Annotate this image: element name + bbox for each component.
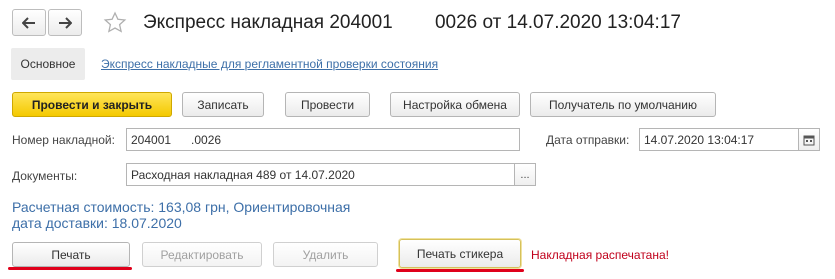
send-date-field[interactable]: 14.07.2020 13:04:17 — [639, 128, 799, 151]
post-button[interactable]: Провести — [285, 92, 370, 117]
print-sticker-underline-mark — [396, 269, 524, 272]
invoice-number-label: Номер накладной: — [12, 133, 115, 147]
edit-button[interactable]: Редактировать — [142, 242, 262, 267]
calendar-icon — [803, 135, 815, 145]
post-and-close-button[interactable]: Провести и закрыть — [12, 92, 172, 117]
print-button[interactable]: Печать — [12, 242, 130, 267]
documents-field[interactable]: Расходная накладная 489 от 14.07.2020 — [126, 163, 515, 186]
print-sticker-button[interactable]: Печать стикера — [399, 239, 521, 268]
express-invoices-link[interactable]: Экспресс накладные для регламентной пров… — [101, 57, 438, 71]
save-button[interactable]: Записать — [182, 92, 264, 117]
send-date-label: Дата отправки: — [546, 133, 630, 147]
tab-main[interactable]: Основное — [11, 48, 85, 80]
invoice-number-field[interactable]: 204001 .0026 — [126, 128, 520, 151]
delete-button[interactable]: Удалить — [273, 242, 378, 267]
default-recipient-button[interactable]: Получатель по умолчанию — [530, 92, 716, 117]
calendar-button[interactable] — [798, 128, 820, 151]
status-message: Накладная распечатана! — [531, 248, 669, 262]
forward-button[interactable] — [48, 9, 82, 36]
documents-select-button[interactable]: ... — [514, 163, 536, 186]
delivery-date-text: дата доставки: 18.07.2020 — [12, 215, 182, 231]
favorite-star-icon[interactable] — [103, 11, 127, 35]
documents-label: Документы: — [12, 169, 78, 183]
arrow-right-icon — [59, 16, 72, 29]
page-title: Экспресс накладная 204001 0026 от 14.07.… — [143, 12, 681, 33]
arrow-left-icon — [22, 16, 35, 29]
back-button[interactable] — [12, 9, 46, 36]
print-underline-mark — [8, 267, 132, 270]
estimated-cost-text: Расчетная стоимость: 163,08 грн, Ориенти… — [12, 199, 351, 215]
exchange-settings-button[interactable]: Настройка обмена — [390, 92, 520, 117]
